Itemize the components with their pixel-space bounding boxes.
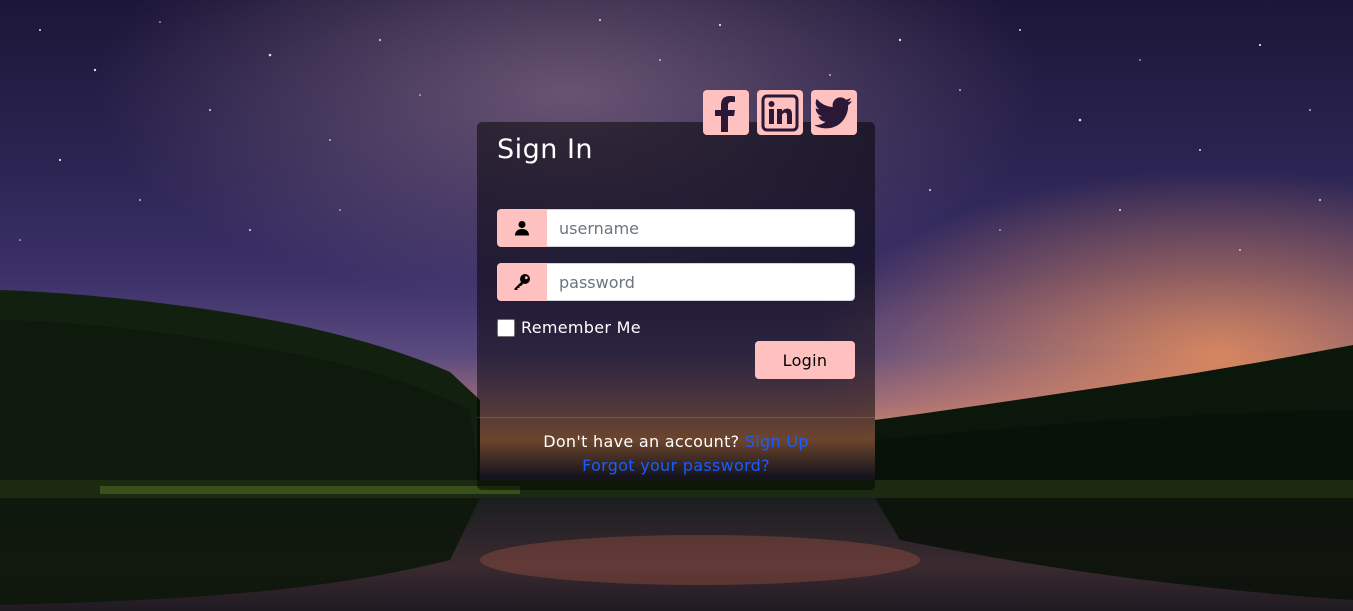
password-addon <box>497 263 547 301</box>
signup-row: Don't have an account? Sign Up <box>477 432 875 451</box>
twitter-button[interactable] <box>811 90 857 135</box>
login-button[interactable]: Login <box>755 341 855 379</box>
username-group <box>497 209 855 247</box>
page-title: Sign In <box>497 134 594 165</box>
signup-link[interactable]: Sign Up <box>745 432 809 451</box>
username-addon <box>497 209 547 247</box>
remember-me: Remember Me <box>497 318 641 337</box>
password-input[interactable] <box>547 263 855 301</box>
password-group <box>497 263 855 301</box>
remember-me-label: Remember Me <box>521 318 641 337</box>
username-input[interactable] <box>547 209 855 247</box>
card-divider <box>477 417 875 418</box>
linkedin-icon <box>761 94 799 131</box>
linkedin-button[interactable] <box>757 90 803 135</box>
forgot-password-link[interactable]: Forgot your password? <box>582 456 770 475</box>
signup-prompt: Don't have an account? <box>543 432 740 451</box>
facebook-icon <box>715 95 735 132</box>
social-links <box>703 90 857 135</box>
remember-me-checkbox[interactable] <box>497 318 515 337</box>
key-icon <box>514 274 530 290</box>
user-icon <box>515 221 529 236</box>
forgot-row: Forgot your password? <box>477 456 875 475</box>
login-card: Sign In username Remember Me Login Don't… <box>477 90 875 490</box>
twitter-icon <box>815 96 852 128</box>
facebook-button[interactable] <box>703 90 749 135</box>
